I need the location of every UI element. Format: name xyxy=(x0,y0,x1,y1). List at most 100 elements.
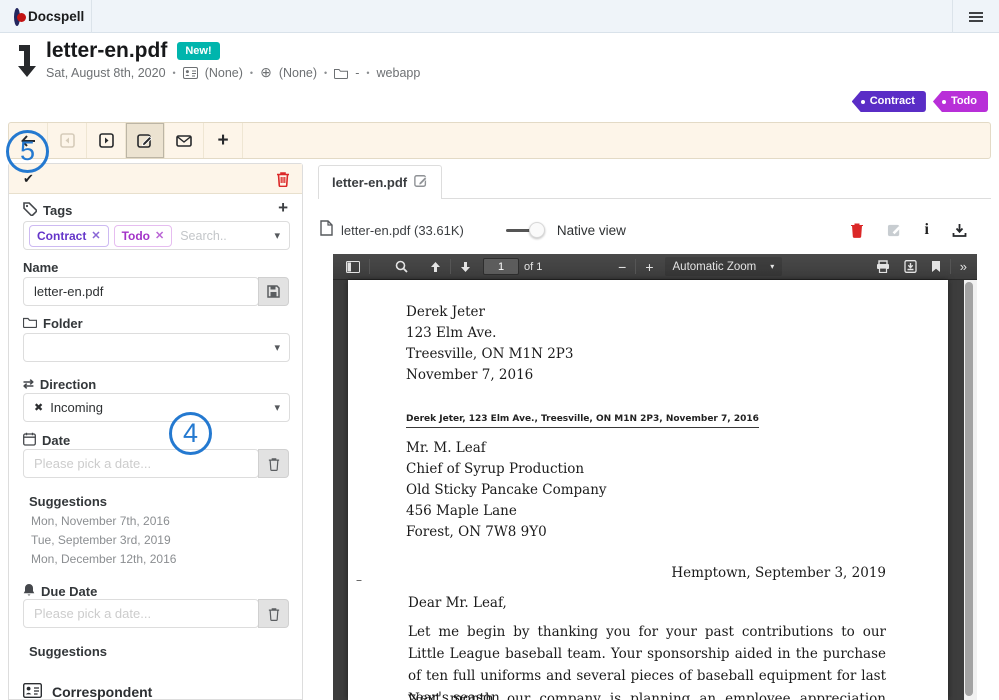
prev-page-icon xyxy=(48,123,87,158)
view-toggle[interactable] xyxy=(506,222,539,238)
tags-multiselect[interactable]: Contract ✕ Todo ✕ Search.. ▾ xyxy=(23,221,290,250)
top-bar: Docspell xyxy=(0,0,999,33)
add-icon[interactable]: + xyxy=(204,123,243,158)
save-icon[interactable] xyxy=(258,277,289,306)
bell-icon xyxy=(23,583,35,600)
due-date-input[interactable] xyxy=(24,606,224,621)
delete-file-trash-icon[interactable] xyxy=(850,222,864,238)
date-label: Date xyxy=(23,432,70,449)
page-number-input[interactable] xyxy=(483,258,519,275)
letter-margin-mark: – xyxy=(356,573,362,587)
name-input[interactable] xyxy=(24,284,224,299)
tags-label: Tags xyxy=(23,202,72,219)
name-field-group xyxy=(23,277,259,306)
annotation-step-4: 4 xyxy=(169,412,212,455)
arrow-up-icon[interactable] xyxy=(423,254,448,279)
zoom-in-icon[interactable]: + xyxy=(638,254,660,279)
crosshair-icon: ⊕ xyxy=(260,64,272,81)
chevron-down-icon[interactable]: ▾ xyxy=(274,229,280,242)
menu-icon[interactable] xyxy=(952,0,999,33)
clear-date-trash-icon[interactable] xyxy=(258,449,289,478)
tag-ribbons: Contract Todo xyxy=(852,91,988,112)
rename-icon[interactable] xyxy=(414,174,428,191)
due-date-field-group xyxy=(23,599,259,628)
direction-label: ⇄ Direction xyxy=(23,376,96,392)
folder-icon xyxy=(334,66,348,80)
zoom-out-icon[interactable]: − xyxy=(611,254,633,279)
search-icon[interactable] xyxy=(388,254,415,279)
new-badge: New! xyxy=(177,42,219,60)
arrow-down-icon[interactable] xyxy=(453,254,478,279)
ribbon-contract[interactable]: Contract xyxy=(852,91,926,112)
remove-tag-icon[interactable]: ✕ xyxy=(91,229,100,242)
name-label: Name xyxy=(23,260,58,275)
mail-icon[interactable] xyxy=(165,123,204,158)
brand[interactable]: Docspell xyxy=(0,0,92,33)
ribbon-todo[interactable]: Todo xyxy=(933,91,988,112)
card-icon xyxy=(23,683,42,700)
add-tag-button[interactable]: + xyxy=(278,198,288,218)
download-icon[interactable] xyxy=(952,223,967,238)
edit-panel: ✔ Tags + Contract ✕ Todo ✕ Search.. ▾ Na xyxy=(8,163,303,700)
concerning-none: (None) xyxy=(279,66,317,80)
tab-letter-en-pdf[interactable]: letter-en.pdf xyxy=(318,165,442,199)
letter-salutation: Dear Mr. Leaf, xyxy=(408,595,507,611)
letter-recipient-block: Mr. M. Leaf Chief of Syrup Production Ol… xyxy=(406,438,607,543)
letter-return-address: Derek Jeter, 123 Elm Ave., Treesville, O… xyxy=(406,414,759,428)
due-date-label: Due Date xyxy=(23,583,97,600)
bookmark-icon[interactable] xyxy=(924,254,948,279)
page-title: letter-en.pdf xyxy=(46,39,167,63)
next-page-icon[interactable] xyxy=(87,123,126,158)
file-icon xyxy=(320,220,333,241)
correspondent-none: (None) xyxy=(205,66,243,80)
remove-tag-icon[interactable]: ✕ xyxy=(155,229,164,242)
folder-none: - xyxy=(355,66,359,80)
docspell-app: Docspell letter-en.pdf New! Sat, August … xyxy=(0,0,999,700)
trash-icon[interactable] xyxy=(276,171,290,192)
brand-name: Docspell xyxy=(28,9,84,24)
edit-panel-header: ✔ xyxy=(9,164,302,194)
date-suggestion[interactable]: Mon, November 7th, 2016 xyxy=(31,514,170,528)
direction-select[interactable]: ✖ Incoming ▾ xyxy=(23,393,290,422)
date-suggestion[interactable]: Tue, September 3rd, 2019 xyxy=(31,533,171,547)
download-icon[interactable] xyxy=(897,254,924,279)
letter-paragraph-2: Next month, our company is planning an e… xyxy=(408,688,886,700)
date-field-group xyxy=(23,449,259,478)
letter-place-date: Hemptown, September 3, 2019 xyxy=(671,565,886,581)
tag-search-placeholder: Search.. xyxy=(180,229,227,243)
pdf-scrollbar-thumb[interactable] xyxy=(965,282,973,696)
date-suggestions-title: Suggestions xyxy=(29,494,107,509)
toolbar-more-icon[interactable]: » xyxy=(953,254,973,279)
card-icon xyxy=(183,66,198,80)
folder-select[interactable]: ▾ xyxy=(23,333,290,362)
chevron-down-icon[interactable]: ▾ xyxy=(274,401,280,414)
pdf-scrollbar[interactable] xyxy=(964,280,977,700)
chevron-down-icon[interactable]: ▾ xyxy=(274,341,280,354)
print-icon[interactable] xyxy=(869,254,897,279)
edit-icon[interactable] xyxy=(126,123,165,158)
date-input[interactable] xyxy=(24,456,224,471)
clear-due-date-trash-icon[interactable] xyxy=(258,599,289,628)
file-name: letter-en.pdf (33.61K) xyxy=(341,223,464,238)
pdf-toolbar: of 1 − + Automatic Zoom ▾ » xyxy=(333,254,977,280)
item-toolbar: + xyxy=(8,122,991,159)
tag-chip-todo[interactable]: Todo ✕ xyxy=(114,225,173,247)
info-icon[interactable]: i xyxy=(925,221,929,239)
letter-sender-block: Derek Jeter 123 Elm Ave. Treesville, ON … xyxy=(406,302,573,386)
exchange-icon: ⇄ xyxy=(23,376,34,392)
check-icon[interactable]: ✔ xyxy=(23,171,34,187)
clear-icon[interactable]: ✖ xyxy=(34,401,43,414)
tag-icon xyxy=(23,202,37,219)
item-date: Sat, August 8th, 2020 xyxy=(46,66,166,80)
item-meta: Sat, August 8th, 2020 • (None) • ⊕ (None… xyxy=(46,64,420,81)
folder-icon xyxy=(23,316,37,331)
chevron-down-icon: ▾ xyxy=(770,262,774,271)
annotation-step-5: 5 xyxy=(6,130,49,173)
edit-file-icon xyxy=(887,223,902,238)
sidebar-toggle-icon[interactable] xyxy=(339,254,367,279)
tag-chip-contract[interactable]: Contract ✕ xyxy=(29,225,109,247)
zoom-select[interactable]: Automatic Zoom ▾ xyxy=(665,257,783,276)
pdf-viewer: of 1 − + Automatic Zoom ▾ » xyxy=(333,254,977,700)
date-suggestion[interactable]: Mon, December 12th, 2016 xyxy=(31,552,176,566)
pdf-page: Derek Jeter 123 Elm Ave. Treesville, ON … xyxy=(348,280,948,700)
